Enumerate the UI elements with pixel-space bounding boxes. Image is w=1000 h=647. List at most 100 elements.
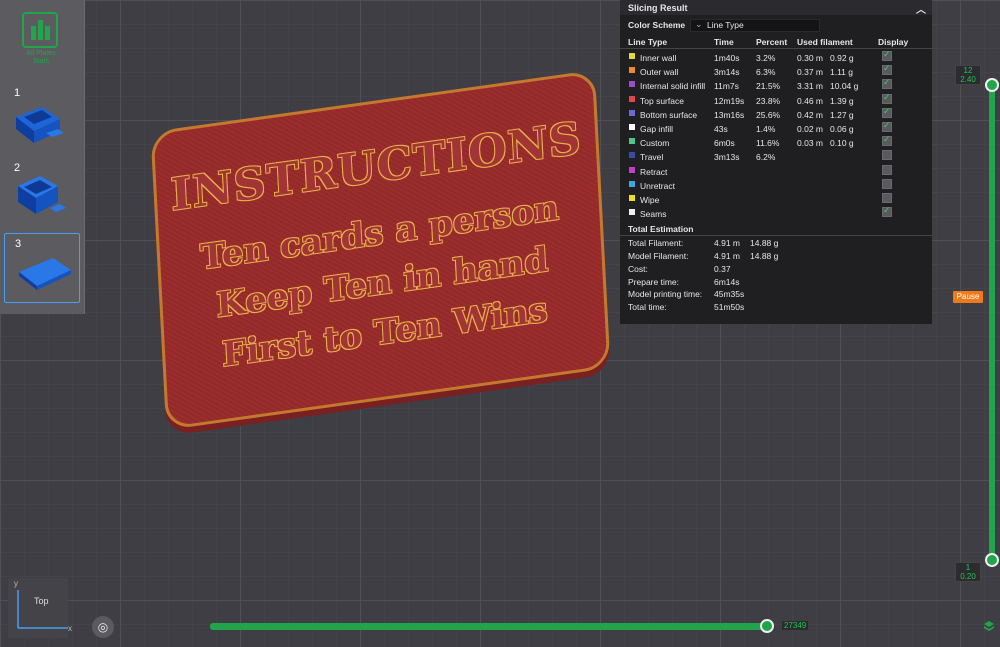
line-type-row: Top surface 12m19s 23.8% 0.46 m 1.39 g <box>620 92 932 106</box>
line-type-row: Unretract <box>620 177 932 191</box>
estimation-label: Model Filament: <box>628 251 689 262</box>
estimation-row: Model printing time: 45m35s <box>620 287 932 300</box>
line-type-time: 11m7s <box>714 81 739 92</box>
line-type-time: 3m13s <box>714 152 740 163</box>
display-checkbox[interactable] <box>882 49 892 61</box>
line-type-percent: 23.8% <box>756 95 781 106</box>
estimation-label: Prepare time: <box>628 276 680 287</box>
display-checkbox[interactable] <box>882 178 892 189</box>
plate-list-panel: All Plates Stats 1 2 3 <box>0 0 85 314</box>
total-estimation-title: Total Estimation <box>628 224 694 235</box>
color-swatch <box>629 53 635 59</box>
display-checkbox[interactable] <box>882 192 892 203</box>
plate-model-icon <box>19 258 71 290</box>
display-checkbox[interactable] <box>882 134 892 147</box>
line-type-name: Bottom surface <box>640 109 698 120</box>
line-type-weight: 0.06 g <box>830 123 854 134</box>
estimation-row: Model Filament: 4.91 m 14.88 g <box>620 249 932 262</box>
display-checkbox[interactable] <box>882 164 892 175</box>
all-plates-stats-icon[interactable] <box>22 12 58 48</box>
estimation-value: 0.37 <box>714 263 731 274</box>
line-type-length: 3.31 m <box>797 81 823 92</box>
color-swatch <box>629 166 635 173</box>
move-slider-value: 27349 <box>782 621 809 630</box>
display-checkbox[interactable] <box>882 120 892 132</box>
line-type-percent: 1.4% <box>756 123 776 134</box>
line-type-row: Gap infill 43s 1.4% 0.02 m 0.06 g <box>620 120 932 134</box>
display-checkbox[interactable] <box>882 205 892 218</box>
line-type-row: Outer wall 3m14s 6.3% 0.37 m 1.11 g <box>620 63 932 77</box>
line-type-name: Wipe <box>640 194 660 205</box>
line-type-table-header: Line Type Time Percent Used filament Dis… <box>620 33 932 49</box>
column-header: Display <box>878 37 909 47</box>
line-type-percent: 25.6% <box>756 109 781 120</box>
axis-icon: y <box>14 579 70 629</box>
axis-x-label: x <box>68 624 72 633</box>
plate-thumb-2[interactable]: 2 <box>4 158 80 228</box>
color-scheme-select[interactable]: ⌄ Line Type <box>690 19 820 32</box>
line-type-name: Top surface <box>640 95 684 106</box>
line-type-percent: 6.3% <box>756 67 776 78</box>
chevron-down-icon: ⌄ <box>695 19 703 29</box>
view-gizmo[interactable]: y <box>8 578 70 638</box>
all-plates-stats-label: All Plates Stats <box>26 50 56 65</box>
axis-y-label: y <box>14 579 18 588</box>
color-swatch <box>629 95 635 102</box>
plate-model-icon <box>16 107 64 143</box>
layer-slider-top-handle[interactable] <box>985 78 999 92</box>
column-header: Time <box>714 37 734 47</box>
plate-thumb-3[interactable]: 3 <box>4 233 80 303</box>
display-checkbox[interactable] <box>882 150 892 161</box>
color-swatch <box>629 109 635 116</box>
estimation-label: Total Filament: <box>628 238 684 249</box>
move-slider-handle[interactable] <box>760 619 774 633</box>
line-type-time: 43s <box>714 123 728 134</box>
line-type-row: Inner wall 1m40s 3.2% 0.30 m 0.92 g <box>620 49 932 63</box>
column-header: Used filament <box>797 37 853 47</box>
color-swatch <box>629 67 635 74</box>
estimation-row: Total Filament: 4.91 m 14.88 g <box>620 236 932 249</box>
line-type-name: Retract <box>640 166 668 177</box>
color-swatch <box>629 123 635 130</box>
estimation-row: Prepare time: 6m14s <box>620 275 932 288</box>
sliced-model-preview[interactable]: INSTRUCTIONS Ten cards a person Keep Ten… <box>150 69 611 431</box>
line-type-length: 0.30 m <box>797 53 823 63</box>
line-type-time: 6m0s <box>714 138 735 149</box>
display-checkbox[interactable] <box>882 106 892 118</box>
line-type-percent: 21.5% <box>756 81 781 92</box>
color-swatch <box>629 81 635 88</box>
line-type-time: 3m14s <box>714 67 740 78</box>
display-checkbox[interactable] <box>882 92 892 104</box>
color-swatch <box>629 138 635 145</box>
move-slider-track[interactable] <box>210 623 770 630</box>
line-type-table: Inner wall1m40s3.2%0.30 m0.92 gOuter wal… <box>620 49 932 219</box>
line-type-time: 13m16s <box>714 109 745 120</box>
estimation-value-2: 14.88 g <box>750 238 779 249</box>
column-header: Percent <box>756 37 788 47</box>
recenter-view-icon[interactable]: ◎ <box>92 616 114 638</box>
pause-button[interactable]: Pause <box>953 291 983 303</box>
plate-thumb-1[interactable]: 1 <box>4 83 80 153</box>
view-name-label: Top <box>34 596 49 606</box>
layers-icon[interactable] <box>983 620 995 632</box>
plate-number: 1 <box>14 87 21 99</box>
bottom-layer-readout: 1 0.20 <box>955 562 981 582</box>
bottom-layer-number: 1 <box>965 563 971 572</box>
layer-slider-track[interactable] <box>989 85 995 560</box>
display-checkbox[interactable] <box>882 77 892 90</box>
bottom-layer-height: 0.20 <box>960 572 976 581</box>
color-swatch <box>629 209 635 216</box>
display-checkbox[interactable] <box>882 63 892 76</box>
line-type-weight: 1.11 g <box>830 67 854 78</box>
collapse-icon[interactable]: ︿ <box>916 1 926 16</box>
line-type-row: Retract <box>620 163 932 177</box>
top-layer-height: 2.40 <box>960 75 976 84</box>
line-type-length: 0.42 m <box>797 109 823 120</box>
line-type-name: Travel <box>640 152 664 163</box>
layer-slider-bottom-handle[interactable] <box>985 553 999 567</box>
line-type-length: 0.37 m <box>797 67 823 78</box>
line-type-name: Gap infill <box>640 123 674 134</box>
line-type-length: 0.03 m <box>797 138 823 149</box>
line-type-weight: 0.92 g <box>830 53 854 63</box>
estimation-value-2: 14.88 g <box>750 251 779 262</box>
